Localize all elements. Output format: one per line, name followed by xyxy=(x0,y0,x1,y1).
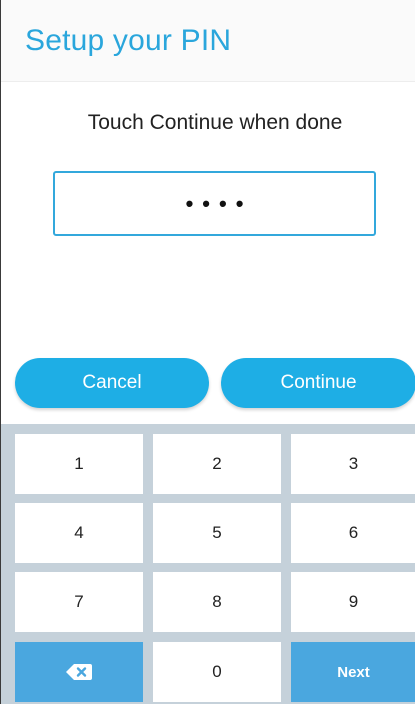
key-8[interactable]: 8 xyxy=(153,572,281,632)
header-bar: Setup your PIN xyxy=(1,0,415,82)
cancel-button[interactable]: Cancel xyxy=(15,358,209,408)
pin-masked-value: •••• xyxy=(185,190,253,216)
page-title: Setup your PIN xyxy=(25,24,232,57)
key-6[interactable]: 6 xyxy=(291,503,415,563)
pin-input[interactable]: •••• xyxy=(53,171,376,236)
instruction-text: Touch Continue when done xyxy=(87,111,343,134)
backspace-key[interactable] xyxy=(15,642,143,702)
key-0[interactable]: 0 xyxy=(153,642,281,702)
pin-setup-screen: Setup your PIN Touch Continue when done … xyxy=(0,0,415,704)
key-7[interactable]: 7 xyxy=(15,572,143,632)
key-2[interactable]: 2 xyxy=(153,434,281,494)
key-1[interactable]: 1 xyxy=(15,434,143,494)
backspace-icon xyxy=(66,664,92,680)
key-4[interactable]: 4 xyxy=(15,503,143,563)
numeric-keypad: 1 2 3 4 5 6 7 8 9 0 Next xyxy=(1,424,415,704)
next-key[interactable]: Next xyxy=(291,642,415,702)
continue-button[interactable]: Continue xyxy=(221,358,415,408)
key-3[interactable]: 3 xyxy=(291,434,415,494)
key-9[interactable]: 9 xyxy=(291,572,415,632)
key-5[interactable]: 5 xyxy=(153,503,281,563)
